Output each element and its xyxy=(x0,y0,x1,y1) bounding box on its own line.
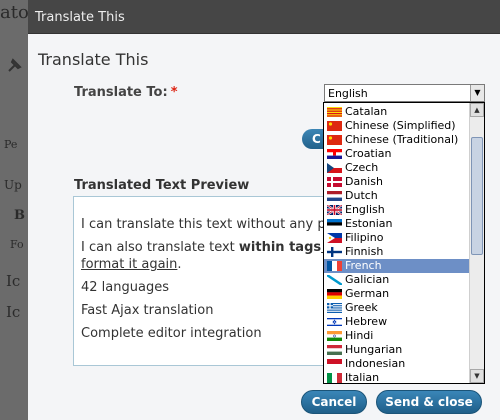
scroll-down-icon[interactable]: ▼ xyxy=(470,369,484,383)
language-option[interactable]: Filipino xyxy=(324,231,470,245)
language-option[interactable]: English xyxy=(324,203,470,217)
language-option-label: Indonesian xyxy=(345,357,406,370)
greece-flag-icon xyxy=(327,303,342,313)
language-option[interactable]: German xyxy=(324,287,470,301)
language-option[interactable]: Hebrew xyxy=(324,315,470,329)
bg-fragment: Ic xyxy=(6,272,21,290)
translate-to-text: Translate To: xyxy=(74,85,168,100)
chevron-down-icon[interactable]: ▼ xyxy=(470,85,484,101)
language-option-label: Finnish xyxy=(345,245,384,258)
language-option[interactable]: Greek xyxy=(324,301,470,315)
language-option[interactable]: Estonian xyxy=(324,217,470,231)
catalonia-flag-icon xyxy=(327,107,342,117)
dropdown-scrollbar[interactable]: ▲ ▼ xyxy=(469,103,484,383)
galicia-flag-icon xyxy=(327,275,342,285)
pushpin-icon xyxy=(8,58,22,72)
language-option-label: Italian xyxy=(345,371,380,384)
bg-fragment: ato xyxy=(0,2,29,23)
language-option[interactable]: Finnish xyxy=(324,245,470,259)
language-option[interactable]: Hindi xyxy=(324,329,470,343)
bg-fragment: Ic xyxy=(6,303,21,321)
dialog-titlebar[interactable]: Translate This xyxy=(28,0,500,34)
language-option[interactable]: Chinese (Traditional) xyxy=(324,133,470,147)
language-option-label: Estonian xyxy=(345,217,393,230)
language-option-label: Hebrew xyxy=(345,315,388,328)
scrollbar-thumb[interactable] xyxy=(471,137,483,255)
india-flag-icon xyxy=(327,331,342,341)
dialog-heading: Translate This xyxy=(38,50,149,69)
language-option[interactable]: Indonesian xyxy=(324,357,470,371)
language-option[interactable]: Croatian xyxy=(324,147,470,161)
language-select[interactable]: English ▼ xyxy=(324,84,485,102)
translate-to-label: Translate To: * xyxy=(74,85,178,100)
czech-flag-icon xyxy=(327,163,342,173)
finland-flag-icon xyxy=(327,247,342,257)
croatia-flag-icon xyxy=(327,149,342,159)
bg-fragment: B xyxy=(14,208,25,223)
language-option[interactable]: Galician xyxy=(324,273,470,287)
italy-flag-icon xyxy=(327,373,342,383)
china-flag-icon xyxy=(327,135,342,145)
language-option[interactable]: Danish xyxy=(324,175,470,189)
cancel-button[interactable]: Cancel xyxy=(301,390,367,414)
language-option[interactable]: French xyxy=(324,259,470,273)
language-option[interactable]: Hungarian xyxy=(324,343,470,357)
language-option-label: Czech xyxy=(345,161,379,174)
france-flag-icon xyxy=(327,261,342,271)
language-option[interactable]: Dutch xyxy=(324,189,470,203)
language-option[interactable]: Catalan xyxy=(324,105,470,119)
uk-flag-icon xyxy=(327,205,342,215)
china-flag-icon xyxy=(327,121,342,131)
language-option-label: Dutch xyxy=(345,189,378,202)
estonia-flag-icon xyxy=(327,219,342,229)
bg-fragment: Fo xyxy=(10,238,24,251)
bg-fragment: Pe xyxy=(4,138,18,151)
language-option-label: Hindi xyxy=(345,329,374,342)
language-option-label: Chinese (Simplified) xyxy=(345,119,456,132)
language-option-label: Hungarian xyxy=(345,343,403,356)
dialog-title: Translate This xyxy=(35,10,125,25)
language-option-label: Croatian xyxy=(345,147,392,160)
send-close-button[interactable]: Send & close xyxy=(376,390,482,414)
language-option-label: Filipino xyxy=(345,231,384,244)
language-option-label: Catalan xyxy=(345,105,388,118)
denmark-flag-icon xyxy=(327,177,342,187)
language-option-label: Galician xyxy=(345,273,390,286)
language-option-label: Chinese (Traditional) xyxy=(345,133,459,146)
philippines-flag-icon xyxy=(327,233,342,243)
language-option-label: German xyxy=(345,287,390,300)
language-option[interactable]: Chinese (Simplified) xyxy=(324,119,470,133)
scroll-up-icon[interactable]: ▲ xyxy=(470,103,484,117)
language-option-label: Danish xyxy=(345,175,383,188)
language-option-label: French xyxy=(345,259,382,272)
language-dropdown-list[interactable]: Italian Indonesian Hungarian Hindi Hebrew Gre… xyxy=(323,102,485,384)
israel-flag-icon xyxy=(327,317,342,327)
hungary-flag-icon xyxy=(327,345,342,355)
required-marker: * xyxy=(170,85,178,100)
language-option-label: Greek xyxy=(345,301,378,314)
select-value: English xyxy=(328,87,368,100)
language-option[interactable]: Italian xyxy=(324,371,470,384)
germany-flag-icon xyxy=(327,289,342,299)
bg-fragment: Up xyxy=(4,178,22,192)
indonesia-flag-icon xyxy=(327,359,342,369)
language-option-label: English xyxy=(345,203,385,216)
preview-label: Translated Text Preview xyxy=(74,178,250,193)
language-option[interactable]: Czech xyxy=(324,161,470,175)
netherlands-flag-icon xyxy=(327,191,342,201)
